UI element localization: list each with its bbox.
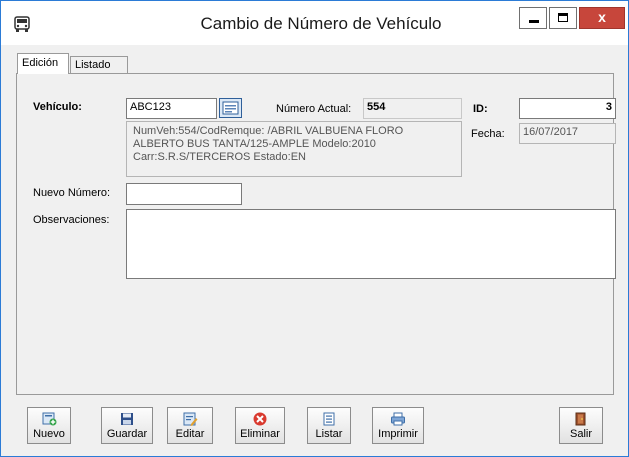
vehiculo-lookup-button[interactable] <box>219 98 242 118</box>
close-button[interactable]: x <box>579 7 625 29</box>
nuevo-button-label: Nuevo <box>33 428 65 440</box>
minimize-button[interactable] <box>519 7 547 29</box>
imprimir-button[interactable]: Imprimir <box>372 407 424 444</box>
info-line: ALBERTO BUS TANTA/125-AMPLE Modelo:2010 <box>133 138 376 150</box>
title-bar[interactable]: Cambio de Número de Vehículo x <box>1 1 628 45</box>
id-field[interactable]: 3 <box>519 98 616 119</box>
bottom-toolbar: Nuevo Guardar Editar Eliminar Listar Imp… <box>15 396 615 450</box>
salir-button-label: Salir <box>569 428 592 440</box>
edit-document-icon <box>183 412 198 426</box>
printer-icon <box>391 412 405 426</box>
maximize-button[interactable] <box>549 7 577 29</box>
guardar-button-label: Guardar <box>106 428 148 440</box>
nuevo-numero-input[interactable] <box>126 183 242 205</box>
observaciones-textarea[interactable] <box>126 209 616 279</box>
vehiculo-info-box: NumVeh:554/CodRemque: /ABRIL VALBUENA FL… <box>126 121 462 177</box>
new-document-icon <box>42 412 57 426</box>
eliminar-button[interactable]: Eliminar <box>235 407 285 444</box>
id-label: ID: <box>473 103 488 115</box>
app-window: Cambio de Número de Vehículo x Edición L… <box>0 0 629 457</box>
fecha-label: Fecha: <box>471 128 505 140</box>
fecha-field: 16/07/2017 <box>519 123 616 144</box>
delete-circle-icon <box>253 412 267 426</box>
tab-edicion[interactable]: Edición <box>17 53 69 74</box>
nuevo-button[interactable]: Nuevo <box>27 407 71 444</box>
imprimir-button-label: Imprimir <box>378 428 418 440</box>
listar-button-label: Listar <box>315 428 343 440</box>
info-line: Carr:S.R.S/TERCEROS Estado:EN <box>133 151 306 163</box>
eliminar-button-label: Eliminar <box>240 428 280 440</box>
exit-door-icon <box>575 412 586 426</box>
nuevo-numero-label: Nuevo Número: <box>33 187 111 199</box>
salir-button[interactable]: Salir <box>559 407 603 444</box>
window-title: Cambio de Número de Vehículo <box>200 14 442 33</box>
vehiculo-label: Vehículo: <box>33 101 82 113</box>
close-icon: x <box>598 9 606 25</box>
save-disk-icon <box>121 413 133 425</box>
bus-icon <box>14 16 30 32</box>
listar-button[interactable]: Listar <box>307 407 351 444</box>
tab-listado[interactable]: Listado <box>70 56 128 73</box>
numero-actual-value: 554 <box>363 98 462 119</box>
info-line: NumVeh:554/CodRemque: /ABRIL VALBUENA FL… <box>133 125 404 137</box>
maximize-icon <box>558 13 568 22</box>
guardar-button[interactable]: Guardar <box>101 407 153 444</box>
editar-button[interactable]: Editar <box>167 407 213 444</box>
minimize-icon <box>529 20 539 23</box>
vehiculo-input[interactable]: ABC123 <box>126 98 217 119</box>
list-document-icon <box>323 412 335 426</box>
editar-button-label: Editar <box>175 428 205 440</box>
numero-actual-label: Número Actual: <box>276 103 352 115</box>
observaciones-label: Observaciones: <box>33 214 110 226</box>
card-lookup-icon <box>222 101 239 115</box>
